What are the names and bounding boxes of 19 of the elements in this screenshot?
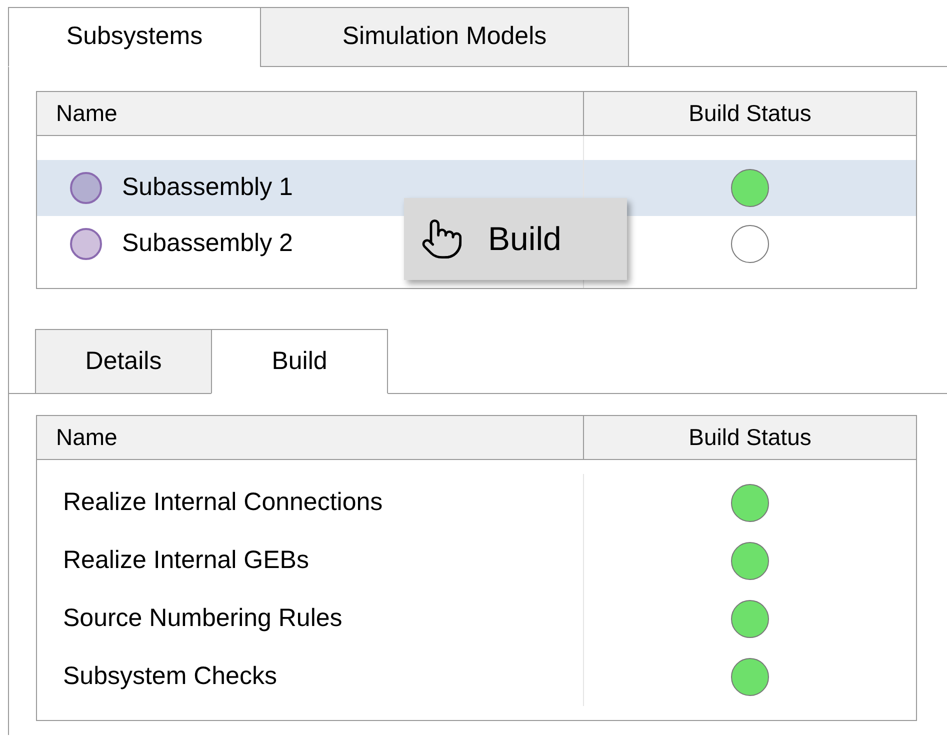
column-header: Name xyxy=(37,416,584,459)
table-cell-text: Subsystem Checks xyxy=(63,661,277,692)
column-header: Build Status xyxy=(688,99,812,128)
subsystem-icon xyxy=(70,172,102,204)
tab[interactable]: Build xyxy=(211,329,388,394)
table-cell-text: Subassembly 1 xyxy=(122,172,293,204)
table-cell-text: Source Numbering Rules xyxy=(63,603,342,634)
table-row[interactable]: Subassembly 1 xyxy=(37,160,916,216)
column-header: Build Status xyxy=(688,423,812,452)
table-cell-text: Subassembly 2 xyxy=(122,228,293,260)
column-header: Name xyxy=(37,92,584,135)
menu-item[interactable]: Build xyxy=(404,214,627,264)
table-cell-text: Realize Internal GEBs xyxy=(63,545,309,576)
tab[interactable]: Subsystems xyxy=(8,7,261,67)
hand-cursor-icon xyxy=(420,217,464,261)
tab[interactable]: Details xyxy=(35,329,212,394)
tab[interactable]: Simulation Models xyxy=(260,7,629,67)
subsystem-icon xyxy=(70,228,102,260)
table-cell-text: Realize Internal Connections xyxy=(63,487,383,518)
